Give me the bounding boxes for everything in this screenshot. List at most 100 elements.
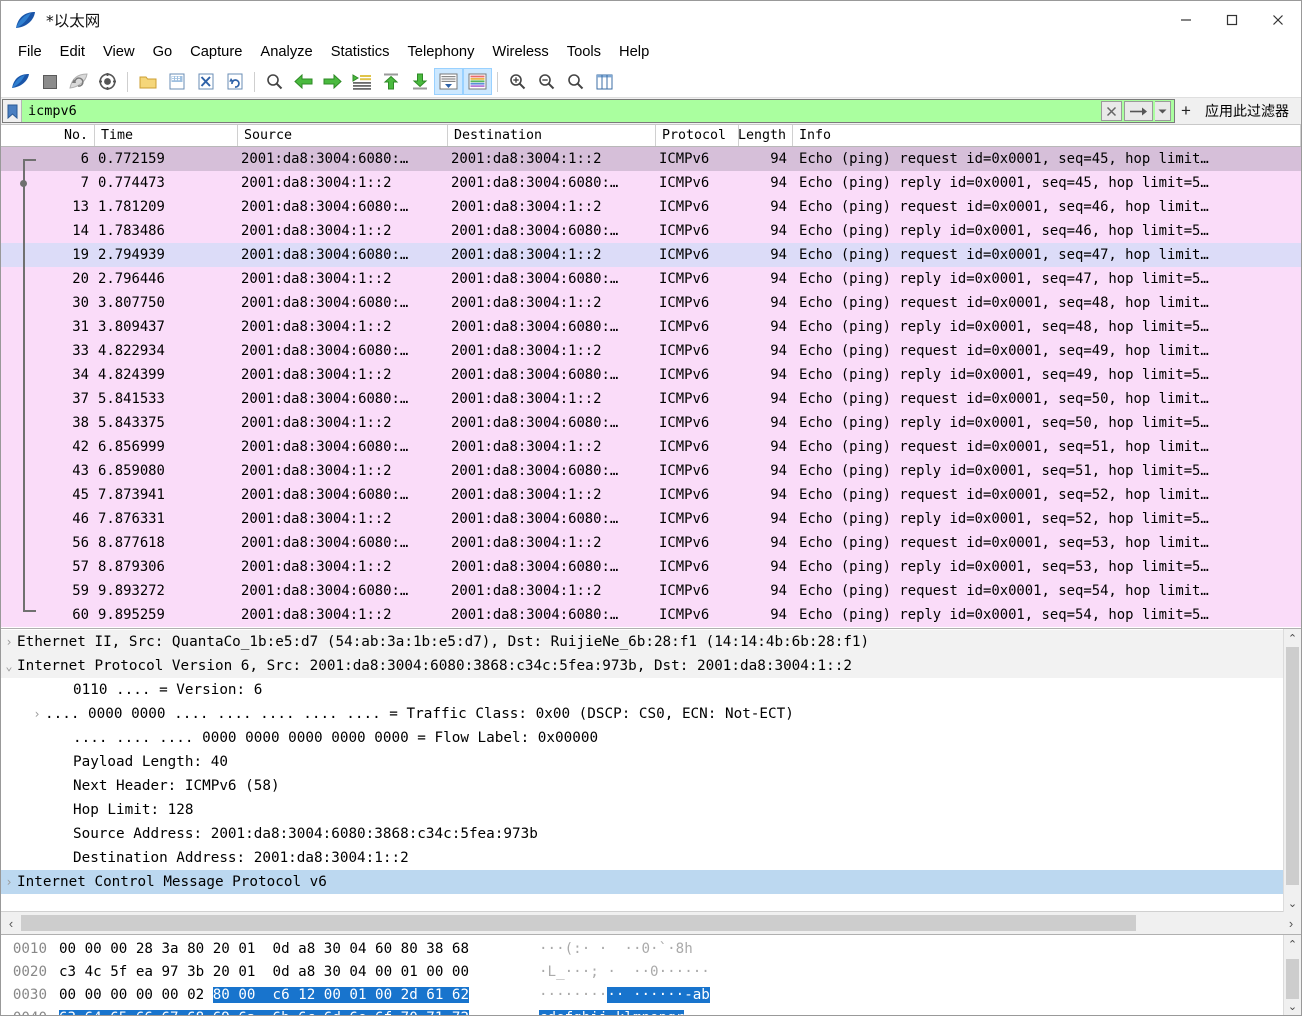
menu-capture[interactable]: Capture [181,41,251,64]
table-row[interactable]: 426.8569992001:da8:3004:6080:…2001:da8:3… [1,435,1301,459]
table-row[interactable]: 436.8590802001:da8:3004:1::22001:da8:300… [1,459,1301,483]
details-vertical-scrollbar[interactable]: ⌃ ⌄ [1283,629,1301,912]
menu-wireless[interactable]: Wireless [483,41,557,64]
go-back-icon[interactable] [289,68,318,95]
table-row[interactable]: 70.7744732001:da8:3004:1::22001:da8:3004… [1,171,1301,195]
menu-file[interactable]: File [9,41,51,64]
detail-tree-row[interactable]: Hop Limit: 128 [1,798,1301,822]
table-row[interactable]: 467.8763312001:da8:3004:1::22001:da8:300… [1,507,1301,531]
bytes-vertical-scrollbar[interactable]: ⌃ ⌄ [1283,935,1301,1015]
add-filter-button[interactable]: + [1175,98,1197,124]
chevron-right-icon[interactable]: › [29,707,45,721]
bytes-scroll-down-icon[interactable]: ⌄ [1284,997,1301,1015]
capture-options-icon[interactable] [93,68,122,95]
details-vscroll-track[interactable] [1284,647,1301,894]
go-to-packet-icon[interactable] [347,68,376,95]
column-header-protocol[interactable]: Protocol [656,125,739,146]
table-row[interactable]: 568.8776182001:da8:3004:6080:…2001:da8:3… [1,531,1301,555]
reload-file-icon[interactable] [220,68,249,95]
table-row[interactable]: 457.8739412001:da8:3004:6080:…2001:da8:3… [1,483,1301,507]
table-row[interactable]: 599.8932722001:da8:3004:6080:…2001:da8:3… [1,579,1301,603]
go-forward-icon[interactable] [318,68,347,95]
details-hscroll-track[interactable] [21,915,1281,931]
column-header-length[interactable]: Length [739,125,793,146]
apply-filter-icon[interactable] [1124,101,1153,121]
table-row[interactable]: 578.8793062001:da8:3004:1::22001:da8:300… [1,555,1301,579]
details-scroll-down-icon[interactable]: ⌄ [1284,894,1301,912]
table-row[interactable]: 202.7964462001:da8:3004:1::22001:da8:300… [1,267,1301,291]
table-row[interactable]: 344.8243992001:da8:3004:1::22001:da8:300… [1,363,1301,387]
stop-capture-icon[interactable] [35,68,64,95]
detail-tree-row[interactable]: .... .... .... 0000 0000 0000 0000 0000 … [1,726,1301,750]
table-row[interactable]: 192.7949392001:da8:3004:6080:…2001:da8:3… [1,243,1301,267]
table-row[interactable]: 313.8094372001:da8:3004:1::22001:da8:300… [1,315,1301,339]
details-scroll-up-icon[interactable]: ⌃ [1284,629,1301,647]
go-first-packet-icon[interactable] [376,68,405,95]
table-row[interactable]: 303.8077502001:da8:3004:6080:…2001:da8:3… [1,291,1301,315]
scroll-right-icon[interactable]: › [1281,916,1301,931]
column-header-source[interactable]: Source [238,125,448,146]
resize-columns-icon[interactable] [590,68,619,95]
column-header-info[interactable]: Info [793,125,1301,146]
menu-telephony[interactable]: Telephony [398,41,483,64]
detail-tree-row[interactable]: ›Internet Control Message Protocol v6 [1,870,1301,894]
colorize-packets-icon[interactable] [463,68,492,95]
menu-analyze[interactable]: Analyze [251,41,321,64]
table-row[interactable]: 375.8415332001:da8:3004:6080:…2001:da8:3… [1,387,1301,411]
detail-tree-row[interactable]: Destination Address: 2001:da8:3004:1::2 [1,846,1301,870]
chevron-right-icon[interactable]: › [1,875,17,889]
chevron-right-icon[interactable]: › [1,635,17,649]
column-header-no[interactable]: No. [1,125,95,146]
zoom-reset-icon[interactable] [561,68,590,95]
details-horizontal-scrollbar[interactable]: ‹ › [1,911,1301,934]
close-file-icon[interactable] [191,68,220,95]
detail-tree-row[interactable]: ⌄Internet Protocol Version 6, Src: 2001:… [1,654,1301,678]
go-last-packet-icon[interactable] [405,68,434,95]
maximize-button[interactable] [1209,1,1255,39]
detail-tree-row[interactable]: ›Ethernet II, Src: QuantaCo_1b:e5:d7 (54… [1,630,1301,654]
bytes-vscroll-track[interactable] [1284,953,1301,997]
column-header-destination[interactable]: Destination [448,125,656,146]
menu-tools[interactable]: Tools [558,41,610,64]
open-file-icon[interactable] [133,68,162,95]
menu-view[interactable]: View [94,41,144,64]
save-file-icon[interactable] [162,68,191,95]
detail-tree-row[interactable]: 0110 .... = Version: 6 [1,678,1301,702]
table-row[interactable]: 60.7721592001:da8:3004:6080:…2001:da8:30… [1,147,1301,171]
detail-tree-row[interactable]: Next Header: ICMPv6 (58) [1,774,1301,798]
zoom-out-icon[interactable] [532,68,561,95]
restart-capture-icon[interactable] [64,68,93,95]
bytes-vscroll-thumb[interactable] [1286,959,1299,999]
detail-tree-row[interactable]: Source Address: 2001:da8:3004:6080:3868:… [1,822,1301,846]
menu-edit[interactable]: Edit [51,41,94,64]
close-button[interactable] [1255,1,1301,39]
table-row[interactable]: 385.8433752001:da8:3004:1::22001:da8:300… [1,411,1301,435]
display-filter-input[interactable]: icmpv6 [22,103,1101,119]
minimize-button[interactable] [1163,1,1209,39]
table-row[interactable]: 141.7834862001:da8:3004:1::22001:da8:300… [1,219,1301,243]
find-packet-icon[interactable] [260,68,289,95]
details-vscroll-thumb[interactable] [1286,647,1299,885]
details-hscroll-thumb[interactable] [21,915,1136,931]
menu-help[interactable]: Help [610,41,658,64]
auto-scroll-icon[interactable] [434,68,463,95]
start-capture-icon[interactable] [6,68,35,95]
scroll-left-icon[interactable]: ‹ [1,916,21,931]
filter-dropdown-icon[interactable] [1155,101,1171,121]
chevron-down-icon[interactable]: ⌄ [1,659,17,673]
bookmark-icon[interactable] [3,100,22,122]
hex-dump-row[interactable]: 004063 64 65 66 67 68 69 6a 6b 6c 6d 6e … [1,1006,1301,1015]
table-row[interactable]: 609.8952592001:da8:3004:1::22001:da8:300… [1,603,1301,627]
detail-tree-row[interactable]: ›.... 0000 0000 .... .... .... .... ....… [1,702,1301,726]
clear-filter-icon[interactable] [1101,101,1122,121]
display-filter-input-wrap[interactable]: icmpv6 [2,99,1175,123]
table-row[interactable]: 131.7812092001:da8:3004:6080:…2001:da8:3… [1,195,1301,219]
hex-dump-row[interactable]: 003000 00 00 00 00 02 80 00 c6 12 00 01 … [1,983,1301,1006]
bytes-scroll-up-icon[interactable]: ⌃ [1284,935,1301,953]
column-header-time[interactable]: Time [95,125,238,146]
hex-dump-row[interactable]: 001000 00 00 28 3a 80 20 01 0d a8 30 04 … [1,937,1301,960]
hex-dump-row[interactable]: 0020c3 4c 5f ea 97 3b 20 01 0d a8 30 04 … [1,960,1301,983]
menu-statistics[interactable]: Statistics [322,41,399,64]
detail-tree-row[interactable]: Payload Length: 40 [1,750,1301,774]
zoom-in-icon[interactable] [503,68,532,95]
